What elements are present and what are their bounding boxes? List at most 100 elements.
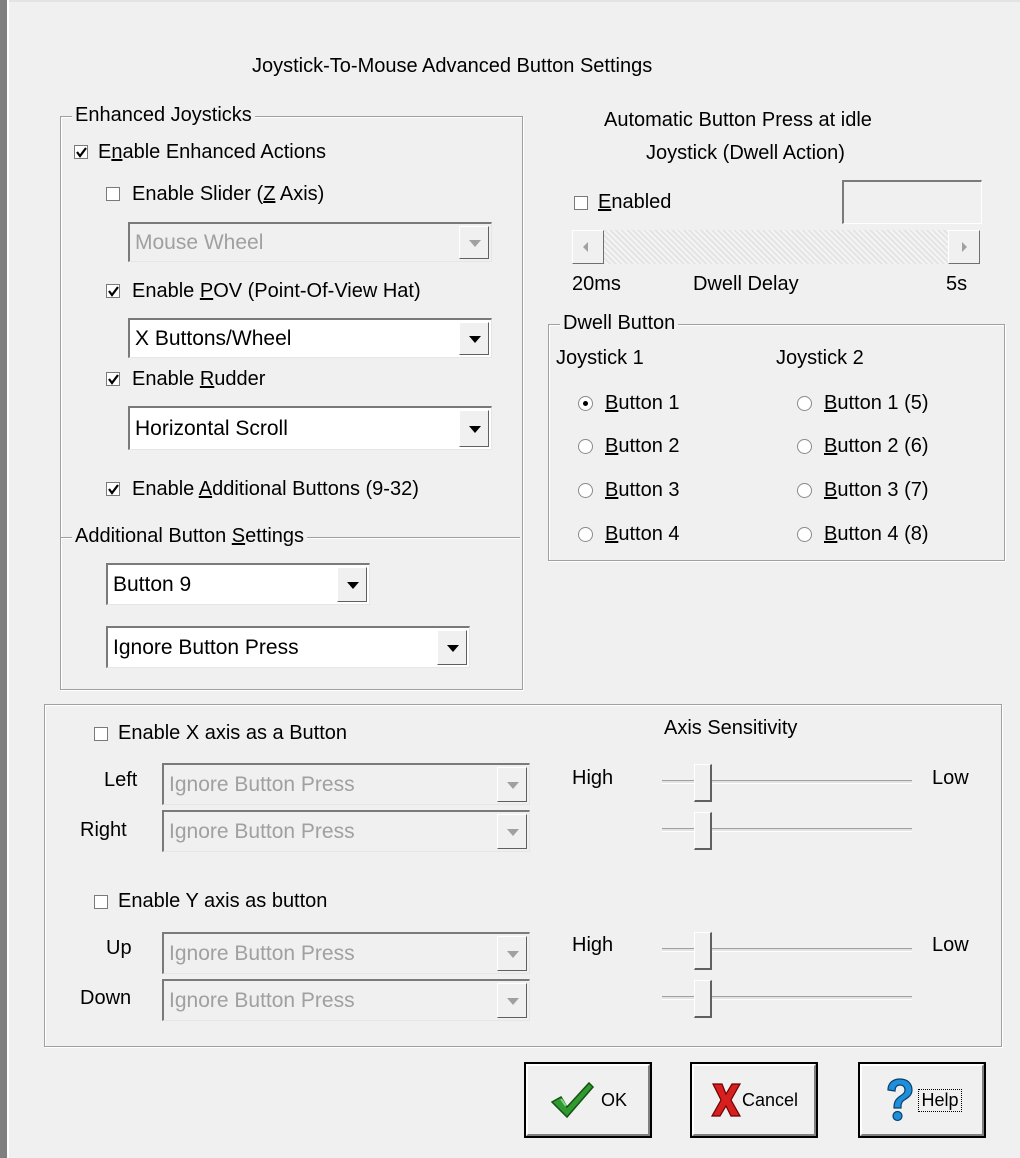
enable-slider-label[interactable]: Enable Slider (Z Axis): [132, 182, 324, 206]
additional-action-select[interactable]: Ignore Button Press: [106, 626, 470, 668]
y-down-sensitivity-slider[interactable]: [694, 980, 712, 1018]
enable-enhanced-actions-checkbox[interactable]: [74, 145, 88, 159]
dwell-button-legend: Dwell Button: [560, 312, 679, 334]
x-right-sensitivity-slider[interactable]: [694, 812, 712, 850]
dwell-heading-line2: Joystick (Dwell Action): [646, 142, 845, 164]
dwell-j1-button2-radio[interactable]: [578, 439, 593, 454]
additional-button-select[interactable]: Button 9: [106, 563, 370, 605]
additional-button-value: Button 9: [113, 572, 192, 596]
enhanced-joysticks-legend: Enhanced Joysticks: [72, 104, 255, 126]
x-left-action-select[interactable]: Ignore Button Press: [162, 763, 530, 805]
scroll-right-icon[interactable]: [948, 230, 980, 264]
window-frame-top: [9, 0, 1020, 9]
question-mark-icon: [887, 1078, 914, 1122]
dwell-j1-button3-label[interactable]: Button 3: [605, 478, 680, 502]
chevron-down-icon[interactable]: [459, 226, 489, 259]
chevron-down-icon[interactable]: [459, 322, 489, 355]
additional-action-value: Ignore Button Press: [113, 635, 299, 659]
chevron-down-icon[interactable]: [337, 567, 367, 602]
ok-button[interactable]: OK: [524, 1062, 652, 1138]
enable-additional-buttons-checkbox[interactable]: [106, 482, 120, 496]
dwell-j2-button2-label[interactable]: Button 2 (6): [824, 434, 929, 458]
enable-x-axis-label[interactable]: Enable X axis as a Button: [118, 721, 347, 745]
dwell-j1-button1-radio[interactable]: [578, 396, 593, 411]
dwell-j2-button1-label[interactable]: Button 1 (5): [824, 391, 929, 415]
enable-y-axis-label[interactable]: Enable Y axis as button: [118, 889, 327, 913]
dwell-delay-display: [842, 180, 982, 224]
slider-action-value: Mouse Wheel: [135, 230, 264, 254]
help-label: Help: [918, 1088, 962, 1112]
dialog-title: Joystick-To-Mouse Advanced Button Settin…: [252, 55, 653, 77]
enable-x-axis-checkbox[interactable]: [94, 727, 108, 741]
window-frame-left: [0, 0, 9, 1158]
enable-slider-checkbox[interactable]: [106, 187, 120, 201]
x-low-label: Low: [932, 767, 969, 789]
y-up-label: Up: [106, 937, 132, 959]
y-high-label: High: [572, 934, 614, 956]
y-down-action-value: Ignore Button Press: [169, 988, 355, 1012]
check-icon: [108, 374, 119, 385]
scroll-left-icon[interactable]: [572, 230, 604, 264]
enable-y-axis-checkbox[interactable]: [94, 895, 108, 909]
x-high-label: High: [572, 767, 614, 789]
ok-label: OK: [600, 1089, 627, 1110]
chevron-down-icon[interactable]: [497, 936, 527, 971]
dwell-delay-label: Dwell Delay: [693, 273, 799, 295]
dwell-j1-button3-radio[interactable]: [578, 483, 593, 498]
x-left-sensitivity-slider[interactable]: [694, 764, 712, 802]
dwell-delay-max: 5s: [946, 273, 968, 295]
enable-pov-checkbox[interactable]: [106, 284, 120, 298]
axis-sensitivity-label: Axis Sensitivity: [664, 717, 798, 739]
cancel-label: Cancel: [741, 1089, 799, 1110]
cancel-button[interactable]: Cancel: [690, 1062, 818, 1138]
dwell-j2-button3-radio[interactable]: [797, 483, 812, 498]
check-icon: [108, 286, 119, 297]
checkmark-icon: [550, 1081, 595, 1119]
chevron-down-icon[interactable]: [497, 814, 527, 849]
dwell-j2-button1-radio[interactable]: [797, 396, 812, 411]
dwell-j1-button4-label[interactable]: Button 4: [605, 522, 680, 546]
dwell-j2-button3-label[interactable]: Button 3 (7): [824, 478, 929, 502]
check-icon: [108, 484, 119, 495]
x-right-label: Right: [80, 819, 127, 841]
chevron-down-icon[interactable]: [497, 983, 527, 1018]
y-down-action-select[interactable]: Ignore Button Press: [162, 979, 530, 1021]
y-up-sensitivity-slider[interactable]: [694, 932, 712, 970]
y-down-label: Down: [80, 987, 132, 1009]
help-button[interactable]: Help: [858, 1062, 986, 1138]
dwell-j2-button4-label[interactable]: Button 4 (8): [824, 522, 929, 546]
y-low-label: Low: [932, 934, 969, 956]
x-left-action-value: Ignore Button Press: [169, 772, 355, 796]
additional-settings-legend: Additional Button Settings: [72, 525, 308, 547]
x-right-action-select[interactable]: Ignore Button Press: [162, 810, 530, 852]
enable-enhanced-actions-label[interactable]: Enable Enhanced Actions: [98, 140, 326, 164]
enable-additional-buttons-label[interactable]: Enable Additional Buttons (9-32): [132, 477, 419, 501]
chevron-down-icon[interactable]: [497, 767, 527, 802]
dwell-j2-button2-radio[interactable]: [797, 439, 812, 454]
pov-action-select[interactable]: X Buttons/Wheel: [128, 318, 492, 358]
enable-rudder-label[interactable]: Enable Rudder: [132, 367, 265, 391]
slider-action-select[interactable]: Mouse Wheel: [128, 222, 492, 262]
dwell-j1-button4-radio[interactable]: [578, 527, 593, 542]
joystick1-label: Joystick 1: [556, 347, 644, 369]
chevron-down-icon[interactable]: [459, 410, 489, 447]
dwell-delay-min: 20ms: [572, 273, 621, 295]
dwell-j2-button4-radio[interactable]: [797, 527, 812, 542]
dwell-j1-button2-label[interactable]: Button 2: [605, 434, 680, 458]
rudder-action-value: Horizontal Scroll: [135, 416, 288, 440]
dwell-heading-line1: Automatic Button Press at idle: [604, 109, 872, 131]
dwell-enabled-label[interactable]: Enabled: [598, 190, 671, 214]
y-up-action-select[interactable]: Ignore Button Press: [162, 932, 530, 974]
dwell-j1-button1-label[interactable]: Button 1: [605, 391, 680, 415]
pov-action-value: X Buttons/Wheel: [135, 326, 292, 350]
x-right-action-value: Ignore Button Press: [169, 819, 355, 843]
enable-rudder-checkbox[interactable]: [106, 372, 120, 386]
dwell-enabled-checkbox[interactable]: [574, 196, 588, 210]
dwell-delay-scrollbar[interactable]: [572, 230, 980, 264]
chevron-down-icon[interactable]: [437, 630, 467, 665]
x-left-label: Left: [104, 769, 138, 791]
joystick2-label: Joystick 2: [776, 347, 864, 369]
y-up-action-value: Ignore Button Press: [169, 941, 355, 965]
enable-pov-label[interactable]: Enable POV (Point-Of-View Hat): [132, 279, 421, 303]
rudder-action-select[interactable]: Horizontal Scroll: [128, 406, 492, 450]
